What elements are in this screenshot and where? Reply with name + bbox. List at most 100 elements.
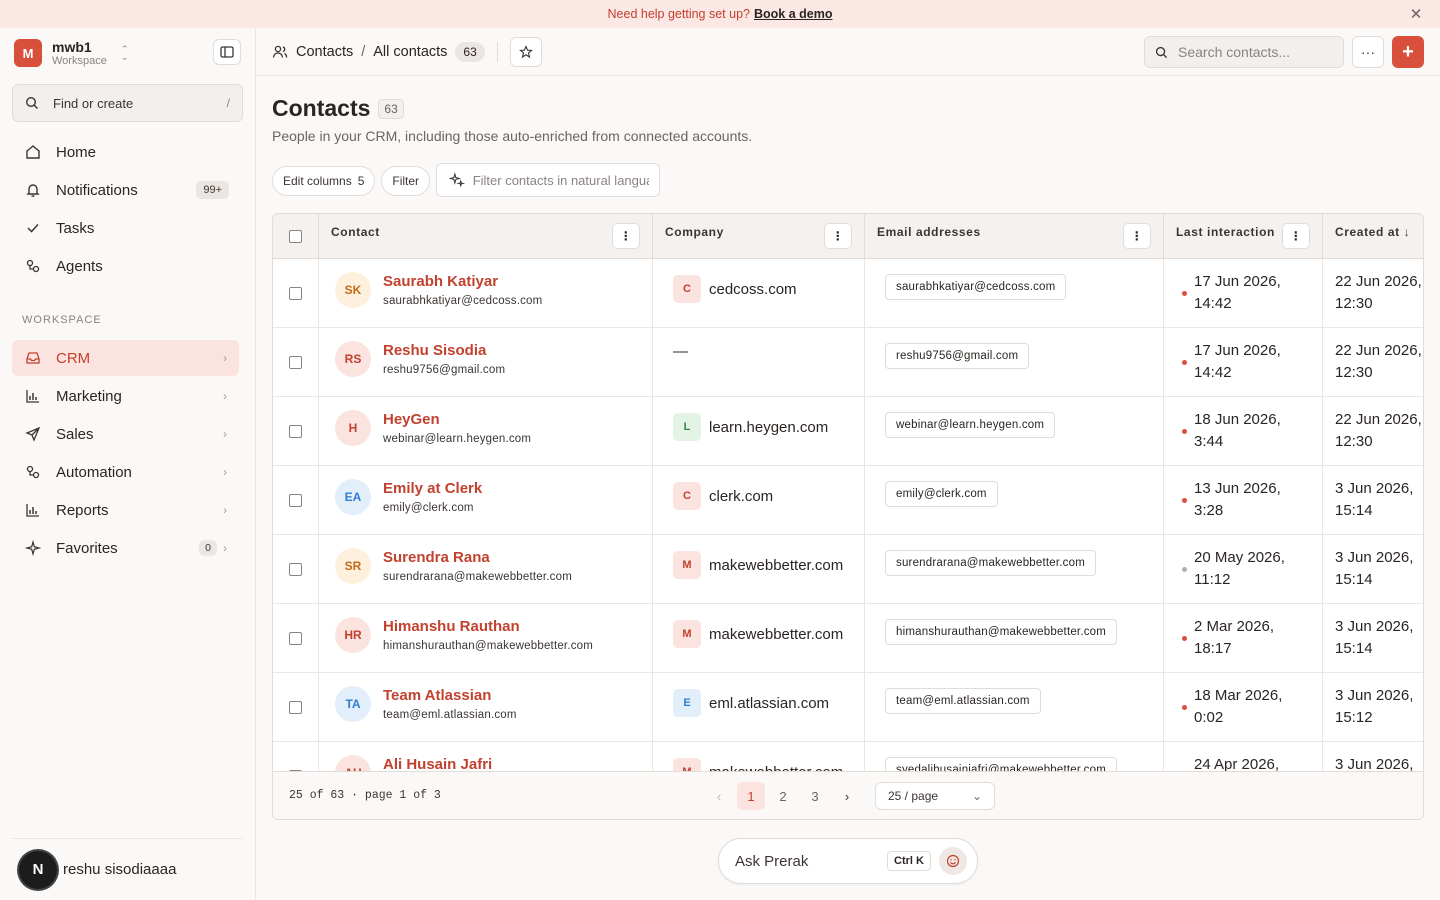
ask-label: Ask Prerak xyxy=(735,852,809,870)
last-interaction-date: 18 Mar 2026, xyxy=(1194,687,1283,704)
smiley-icon[interactable] xyxy=(939,847,967,875)
column-header-last-interaction[interactable]: Last interaction ⋮ xyxy=(1164,214,1323,259)
last-interaction-date: 17 Jun 2026, xyxy=(1194,342,1281,359)
email-chip[interactable]: syedalihusainjafri@makewebbetter.com xyxy=(885,757,1117,771)
find-or-create-button[interactable]: Find or create / xyxy=(12,84,243,122)
row-checkbox[interactable] xyxy=(289,356,302,369)
row-select-cell xyxy=(273,259,319,328)
user-menu[interactable]: N reshu sisodiaaaa xyxy=(12,838,243,900)
search-input[interactable] xyxy=(1178,44,1328,60)
favorites-count-badge: 0 xyxy=(199,540,217,556)
row-checkbox[interactable] xyxy=(289,494,302,507)
contact-name-link[interactable]: Saurabh Katiyar xyxy=(383,273,498,290)
table-row[interactable]: H HeyGen webinar@learn.heygen.com L lear… xyxy=(273,397,1423,466)
column-menu-button[interactable]: ⋮ xyxy=(1123,223,1151,249)
book-demo-link[interactable]: Book a demo xyxy=(754,7,833,21)
company-chip[interactable]: L learn.heygen.com xyxy=(673,413,828,441)
table-row[interactable]: RS Reshu Sisodia reshu9756@gmail.com — r… xyxy=(273,328,1423,397)
email-chip[interactable]: surendrarana@makewebbetter.com xyxy=(885,550,1096,576)
table-row[interactable]: SR Surendra Rana surendrarana@makewebbet… xyxy=(273,535,1423,604)
page-button-3[interactable]: 3 xyxy=(801,782,829,810)
row-checkbox[interactable] xyxy=(289,425,302,438)
email-chip[interactable]: emily@clerk.com xyxy=(885,481,998,507)
table-row[interactable]: EA Emily at Clerk emily@clerk.com C cler… xyxy=(273,466,1423,535)
sidebar-item-tasks[interactable]: Tasks xyxy=(12,210,239,246)
contact-name-link[interactable]: HeyGen xyxy=(383,411,440,428)
agents-icon xyxy=(24,257,42,275)
company-chip[interactable]: C clerk.com xyxy=(673,482,773,510)
column-header-contact[interactable]: Contact ⋮ xyxy=(319,214,653,259)
chart-icon xyxy=(24,501,42,519)
column-header-company[interactable]: Company ⋮ xyxy=(653,214,865,259)
column-menu-button[interactable]: ⋮ xyxy=(1282,223,1310,249)
contact-cell: SR Surendra Rana surendrarana@makewebbet… xyxy=(319,535,653,604)
contact-email: reshu9756@gmail.com xyxy=(383,364,506,376)
column-header-created-at[interactable]: Created at ↓ xyxy=(1323,214,1423,259)
contact-name-link[interactable]: Team Atlassian xyxy=(383,687,491,704)
email-chip[interactable]: team@eml.atlassian.com xyxy=(885,688,1041,714)
sidebar-item-reports[interactable]: Reports › xyxy=(12,492,239,528)
email-cell: team@eml.atlassian.com xyxy=(865,673,1164,742)
row-checkbox[interactable] xyxy=(289,287,302,300)
company-chip[interactable]: M makewebbetter.com xyxy=(673,620,843,648)
column-header-email[interactable]: Email addresses ⋮ xyxy=(865,214,1164,259)
edit-columns-button[interactable]: Edit columns 5 xyxy=(272,165,376,196)
last-interaction-cell: 18 Jun 2026, 3:44 xyxy=(1164,397,1323,466)
company-chip[interactable]: C cedcoss.com xyxy=(673,275,797,303)
last-interaction-time: 14:42 xyxy=(1194,364,1232,381)
row-checkbox[interactable] xyxy=(289,701,302,714)
row-checkbox[interactable] xyxy=(289,632,302,645)
email-chip[interactable]: saurabhkatiyar@cedcoss.com xyxy=(885,274,1067,300)
company-chip[interactable]: M makewebbetter.com xyxy=(673,758,843,771)
page-button-1[interactable]: 1 xyxy=(737,782,765,810)
contact-name-link[interactable]: Surendra Rana xyxy=(383,549,490,566)
add-contact-button[interactable]: + xyxy=(1392,36,1424,68)
company-chip[interactable]: M makewebbetter.com xyxy=(673,551,843,579)
favorite-button[interactable] xyxy=(509,37,542,67)
email-chip[interactable]: webinar@learn.heygen.com xyxy=(885,412,1056,438)
table-row[interactable]: AH Ali Husain Jafri syedalihusainjafri@m… xyxy=(273,742,1423,771)
contact-name-link[interactable]: Himanshu Rauthan xyxy=(383,618,520,635)
page-button-2[interactable]: 2 xyxy=(769,782,797,810)
select-all-checkbox[interactable] xyxy=(289,230,302,243)
more-options-button[interactable]: ··· xyxy=(1352,36,1384,68)
last-interaction-cell: 17 Jun 2026, 14:42 xyxy=(1164,328,1323,397)
search-icon xyxy=(25,96,38,109)
filter-button[interactable]: Filter xyxy=(381,165,431,196)
sidebar-item-automation[interactable]: Automation › xyxy=(12,454,239,490)
contact-name-link[interactable]: Emily at Clerk xyxy=(383,480,482,497)
sidebar-item-agents[interactable]: Agents xyxy=(12,248,239,284)
per-page-select[interactable]: 25 / page ⌄ xyxy=(875,782,995,810)
workspace-switcher[interactable]: M mwb1 Workspace ⌃ ⌄ xyxy=(14,39,128,67)
email-chip[interactable]: himanshurauthan@makewebbetter.com xyxy=(885,619,1118,645)
sidebar-item-sales[interactable]: Sales › xyxy=(12,416,239,452)
next-page-button[interactable]: › xyxy=(833,782,861,810)
sidebar-item-notifications[interactable]: Notifications 99+ xyxy=(12,172,239,208)
natural-language-filter-input[interactable]: Filter contacts in natural langua xyxy=(436,163,661,197)
avatar: AH xyxy=(335,755,371,771)
column-header-label: Created at xyxy=(1335,225,1400,239)
sidebar-item-home[interactable]: Home xyxy=(12,134,239,170)
last-interaction-cell: 13 Jun 2026, 3:28 xyxy=(1164,466,1323,535)
column-menu-button[interactable]: ⋮ xyxy=(824,223,852,249)
sidebar-toggle-button[interactable] xyxy=(213,39,241,65)
close-icon[interactable]: ✕ xyxy=(1408,6,1424,23)
inbox-icon xyxy=(24,349,42,367)
table-row[interactable]: HR Himanshu Rauthan himanshurauthan@make… xyxy=(273,604,1423,673)
company-chip[interactable]: E eml.atlassian.com xyxy=(673,689,829,717)
table-row[interactable]: TA Team Atlassian team@eml.atlassian.com… xyxy=(273,673,1423,742)
sidebar-item-marketing[interactable]: Marketing › xyxy=(12,378,239,414)
sidebar-item-favorites[interactable]: Favorites 0 › xyxy=(12,530,239,566)
sidebar-item-crm[interactable]: CRM › xyxy=(12,340,239,376)
row-checkbox[interactable] xyxy=(289,563,302,576)
contacts-count-badge: 63 xyxy=(455,42,485,62)
email-chip[interactable]: reshu9756@gmail.com xyxy=(885,343,1030,369)
pagination: ‹ 1 2 3 › 25 / page ⌄ xyxy=(705,782,995,810)
ask-assistant-bar[interactable]: Ask Prerak Ctrl K xyxy=(718,838,978,884)
prev-page-button[interactable]: ‹ xyxy=(705,782,733,810)
table-row[interactable]: SK Saurabh Katiyar saurabhkatiyar@cedcos… xyxy=(273,259,1423,328)
column-menu-button[interactable]: ⋮ xyxy=(612,223,640,249)
contact-name-link[interactable]: Ali Husain Jafri xyxy=(383,756,492,771)
breadcrumb-contacts[interactable]: Contacts xyxy=(296,44,353,60)
contact-name-link[interactable]: Reshu Sisodia xyxy=(383,342,486,359)
